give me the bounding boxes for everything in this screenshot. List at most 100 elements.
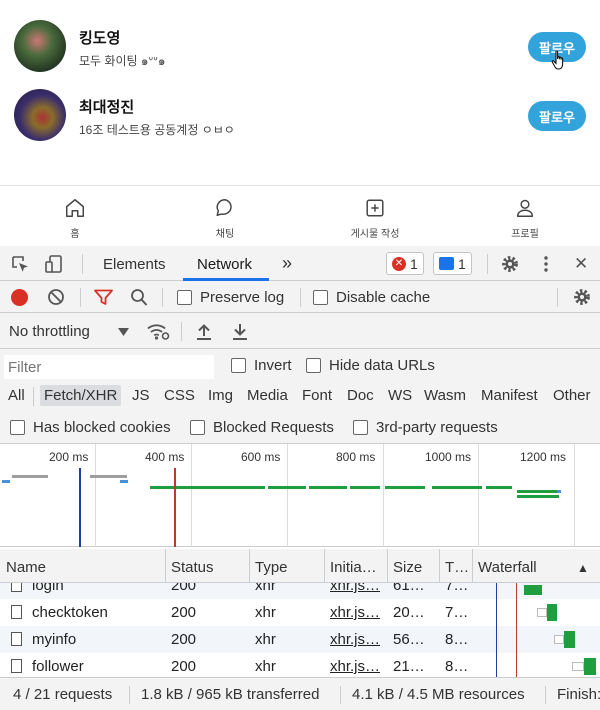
type-filter-font[interactable]: Font: [298, 385, 336, 406]
column-status[interactable]: Status: [171, 559, 214, 576]
request-type: xhr: [255, 583, 276, 594]
overview-bar: [12, 475, 48, 478]
divider: [33, 387, 34, 406]
overview-bar: [486, 486, 512, 489]
nav-profile[interactable]: 프로필: [450, 186, 600, 246]
column-waterfall[interactable]: Waterfall: [478, 559, 537, 576]
close-devtools-button[interactable]: ✕: [574, 254, 588, 274]
network-settings-icon[interactable]: [572, 287, 592, 307]
more-tabs-button[interactable]: »: [282, 253, 292, 274]
avatar[interactable]: [14, 89, 66, 141]
overview-bar: [517, 490, 557, 493]
disable-cache-checkbox[interactable]: [313, 290, 328, 305]
filter-icon[interactable]: [94, 289, 113, 306]
table-row[interactable]: login 200 xhr xhr.js… 61… 7…: [0, 583, 600, 599]
invert-checkbox[interactable]: [231, 358, 246, 373]
devtools-tab-bar: Elements Network » ✕ 1 1 ✕: [0, 246, 600, 281]
search-icon[interactable]: [130, 288, 148, 307]
request-initiator[interactable]: xhr.js…: [330, 583, 382, 594]
type-filter-manifest[interactable]: Manifest: [477, 385, 542, 406]
has-blocked-cookies-checkbox[interactable]: [10, 420, 25, 435]
type-filter-doc[interactable]: Doc: [343, 385, 378, 406]
table-row[interactable]: myinfo 200 xhr xhr.js… 56… 8…: [0, 626, 600, 653]
nav-post-label: 게시물 작성: [350, 229, 400, 240]
document-icon: [11, 605, 22, 619]
device-toolbar-icon[interactable]: [44, 254, 64, 274]
record-button[interactable]: [11, 289, 28, 306]
disable-cache-label: Disable cache: [336, 289, 431, 306]
column-initiator[interactable]: Initia…: [330, 559, 377, 576]
tab-elements[interactable]: Elements: [103, 256, 166, 273]
type-filter-img[interactable]: Img: [204, 385, 237, 406]
request-type: xhr: [255, 631, 276, 648]
divider: [162, 288, 163, 307]
network-conditions-icon[interactable]: [146, 322, 170, 341]
request-size: 61…: [393, 583, 425, 594]
type-filter-fetch-xhr[interactable]: Fetch/XHR: [40, 385, 122, 406]
divider: [340, 686, 341, 704]
hand-cursor-icon: [551, 50, 564, 70]
request-initiator[interactable]: xhr.js…: [330, 658, 382, 675]
filter-input[interactable]: [4, 355, 214, 379]
overview-bar: [268, 486, 306, 489]
request-initiator[interactable]: xhr.js…: [330, 604, 382, 621]
inspect-element-icon[interactable]: [10, 254, 30, 274]
export-har-icon[interactable]: [232, 322, 248, 340]
throttling-select[interactable]: No throttling: [9, 323, 90, 340]
user-item[interactable]: 최대정진 16조 테스트용 공동계정 ㅇㅂㅇ 팔로우: [14, 83, 586, 147]
message-count-badge[interactable]: 1: [433, 252, 472, 275]
column-time[interactable]: T…: [445, 559, 469, 576]
blocked-requests-label: Blocked Requests: [213, 419, 334, 436]
tick-label: 200 ms: [49, 450, 89, 464]
sort-ascending-icon: ▲: [577, 561, 589, 575]
document-icon: [11, 632, 22, 646]
resources-size: 4.1 kB / 4.5 MB resources: [352, 686, 525, 703]
type-filter-media[interactable]: Media: [243, 385, 292, 406]
user-item[interactable]: 킹도영 모두 화이팅 ๑ᐡᐡ๑ 팔로우: [14, 14, 586, 78]
nav-home[interactable]: 홈: [0, 186, 150, 246]
nav-chat[interactable]: 채팅: [150, 186, 300, 246]
column-name[interactable]: Name: [6, 559, 46, 576]
tick-label: 400 ms: [145, 450, 185, 464]
add-post-icon: [366, 199, 384, 217]
waterfall-bar: [564, 631, 575, 648]
chevron-down-icon[interactable]: [118, 328, 129, 336]
devtools-panel: Elements Network » ✕ 1 1 ✕ Preserve log …: [0, 246, 600, 710]
import-har-icon[interactable]: [196, 322, 212, 340]
avatar[interactable]: [14, 20, 66, 72]
blocked-requests-checkbox[interactable]: [190, 420, 205, 435]
hide-data-urls-checkbox[interactable]: [306, 358, 321, 373]
table-row[interactable]: follower 200 xhr xhr.js… 21… 8…: [0, 653, 600, 677]
overview-bar: [432, 486, 482, 489]
clear-icon[interactable]: [47, 288, 65, 306]
bottom-nav: 홈 채팅 게시물 작성 프로필: [0, 185, 600, 246]
request-initiator[interactable]: xhr.js…: [330, 631, 382, 648]
column-size[interactable]: Size: [393, 559, 422, 576]
more-options-icon[interactable]: [536, 254, 556, 274]
waterfall-bar: [584, 658, 596, 675]
divider: [487, 254, 488, 274]
type-filter-wasm[interactable]: Wasm: [420, 385, 470, 406]
overview-bar: [385, 486, 425, 489]
user-name: 킹도영: [79, 30, 121, 47]
error-count-badge[interactable]: ✕ 1: [386, 252, 424, 275]
type-filter-other[interactable]: Other: [549, 385, 595, 406]
gear-icon[interactable]: [500, 254, 520, 274]
type-filter-css[interactable]: CSS: [160, 385, 199, 406]
third-party-checkbox[interactable]: [353, 420, 368, 435]
type-filter-js[interactable]: JS: [128, 385, 154, 406]
overview-bar: [350, 486, 380, 489]
preserve-log-checkbox[interactable]: [177, 290, 192, 305]
type-filter-ws[interactable]: WS: [384, 385, 416, 406]
request-time: 8…: [445, 631, 469, 648]
type-filter-all[interactable]: All: [4, 385, 29, 406]
request-time: 7…: [445, 583, 469, 594]
tab-network[interactable]: Network: [197, 256, 252, 273]
network-overview[interactable]: 200 ms 400 ms 600 ms 800 ms 1000 ms 1200…: [0, 444, 600, 547]
follow-button[interactable]: 팔로우: [528, 101, 586, 131]
request-table-body: login 200 xhr xhr.js… 61… 7… checktoken …: [0, 583, 600, 677]
table-row[interactable]: checktoken 200 xhr xhr.js… 20… 7…: [0, 599, 600, 626]
column-type[interactable]: Type: [255, 559, 288, 576]
nav-post[interactable]: 게시물 작성: [300, 186, 450, 246]
grid-line: [287, 444, 288, 547]
